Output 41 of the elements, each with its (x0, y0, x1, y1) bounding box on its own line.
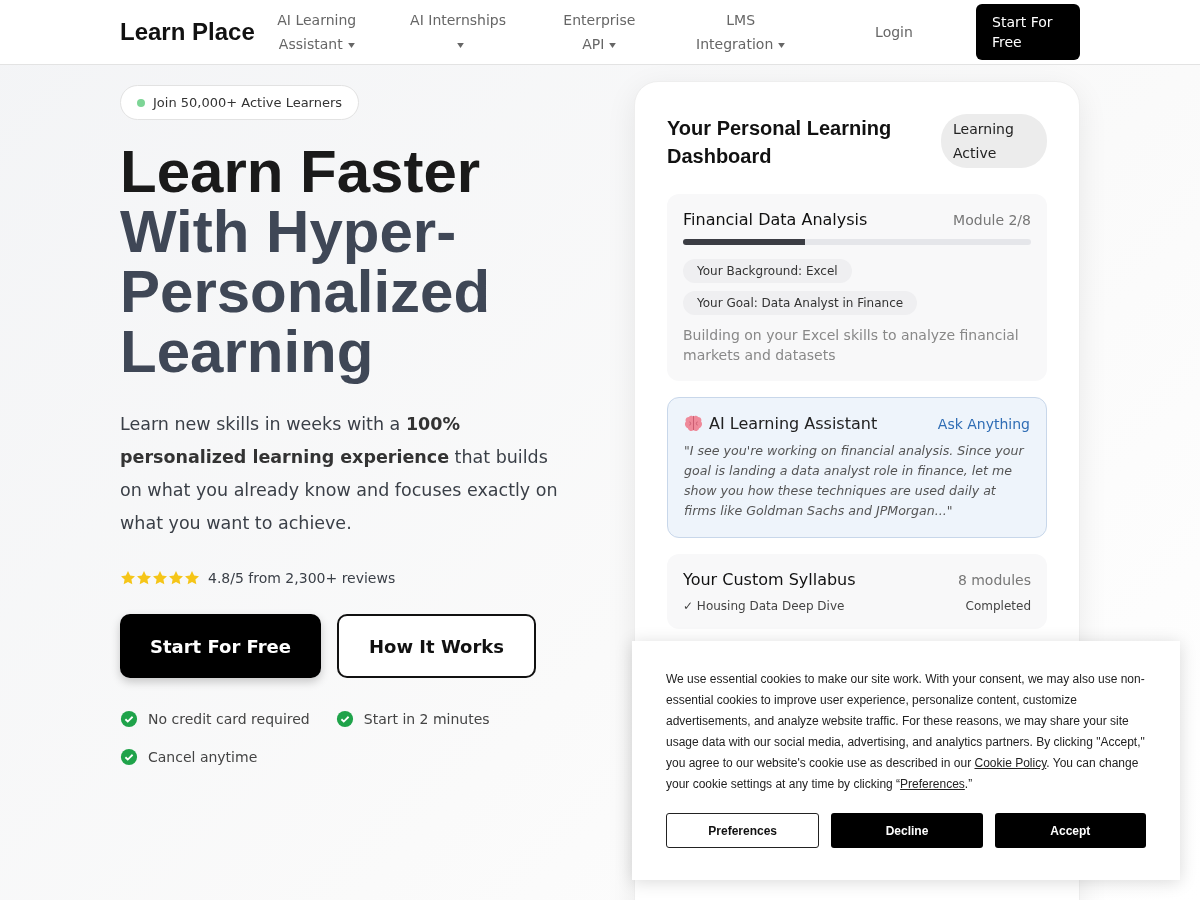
syllabus-item: ✓ Housing Data Deep Dive (683, 599, 845, 613)
perk-text: Start in 2 minutes (363, 711, 490, 727)
badge-text: Join 50,000+ Active Learners (153, 95, 343, 110)
status-pill: Learning Active (941, 114, 1047, 168)
item-status: Completed (965, 599, 1031, 613)
syllabus-title: Your Custom Syllabus (683, 570, 856, 589)
nav-link[interactable]: Enterprise API (551, 8, 648, 56)
cookie-button[interactable]: Accept (994, 813, 1146, 848)
site-logo[interactable]: Learn Place (120, 18, 255, 46)
dashboard-title: Your Personal Learning Dashboard (667, 116, 893, 169)
hero-description: Learn new skills in weeks with a 100% personalized learning experience that builds on what you already know and focuses exactly on what you want to achieve. (120, 413, 559, 535)
check-icon (120, 748, 138, 766)
status-dot (137, 98, 145, 107)
hero-button[interactable]: Start For Free (120, 614, 321, 678)
ask-link[interactable]: Ask Anything (937, 415, 1030, 432)
check-icon (120, 710, 138, 728)
perk-text: No credit card required (148, 711, 310, 727)
check-icon (335, 710, 354, 728)
cookie-notice: We use essential cookies to make our site work. With your consent, we may also use non-essential cookies to improve user experience, personalize content, customize advertisements, and analyze website traffic. For these reasons, we may share your site usage data with our social media, advertising, and analytics partners. By clicking "Accept," you agree to our website's cookie use as described in our Cookie Policy. You can change your cookie settings at any time by clicking “Preferences.” (666, 671, 1146, 793)
nav-link[interactable]: LMS Integration (692, 8, 789, 56)
info-tag: Your Goal: Data Analyst in Finance (683, 291, 918, 315)
start-button[interactable]: Start For Free (976, 4, 1080, 60)
nav-link[interactable]: AI Learning Assistant (268, 8, 365, 56)
rating-text: 4.8/5 from 2,300+ reviews (208, 570, 396, 586)
policy-link[interactable]: Preferences (900, 777, 965, 791)
hero-subtitle: With Hyper-Personalized Learning (120, 202, 492, 382)
assistant-quote: "I see you're working on financial analysis. Since your goal is landing a data analyst role in finance, let me show you how these techniques are used daily at firms like Goldman Sachs and JPMorgan..." (684, 442, 1026, 520)
hero-title: Learn Faster (120, 142, 482, 202)
brain-icon (684, 415, 703, 432)
assistant-title: AI Learning Assistant (709, 414, 878, 433)
hero-button[interactable]: How It Works (337, 614, 537, 678)
module-title: Financial Data Analysis (683, 210, 868, 229)
info-tag: Your Background: Excel (683, 259, 852, 283)
cookie-button[interactable]: Decline (831, 813, 983, 848)
perk-text: Cancel anytime (148, 749, 258, 765)
module-step: Module 2/8 (953, 211, 1031, 228)
cookie-button[interactable]: Preferences (666, 813, 820, 848)
module-note: Building on your Excel skills to analyze financial markets and datasets (683, 326, 1020, 365)
nav-link[interactable]: Login (834, 20, 954, 44)
nav-link[interactable]: AI Internships (410, 8, 507, 56)
module-count: 8 modules (957, 571, 1031, 588)
